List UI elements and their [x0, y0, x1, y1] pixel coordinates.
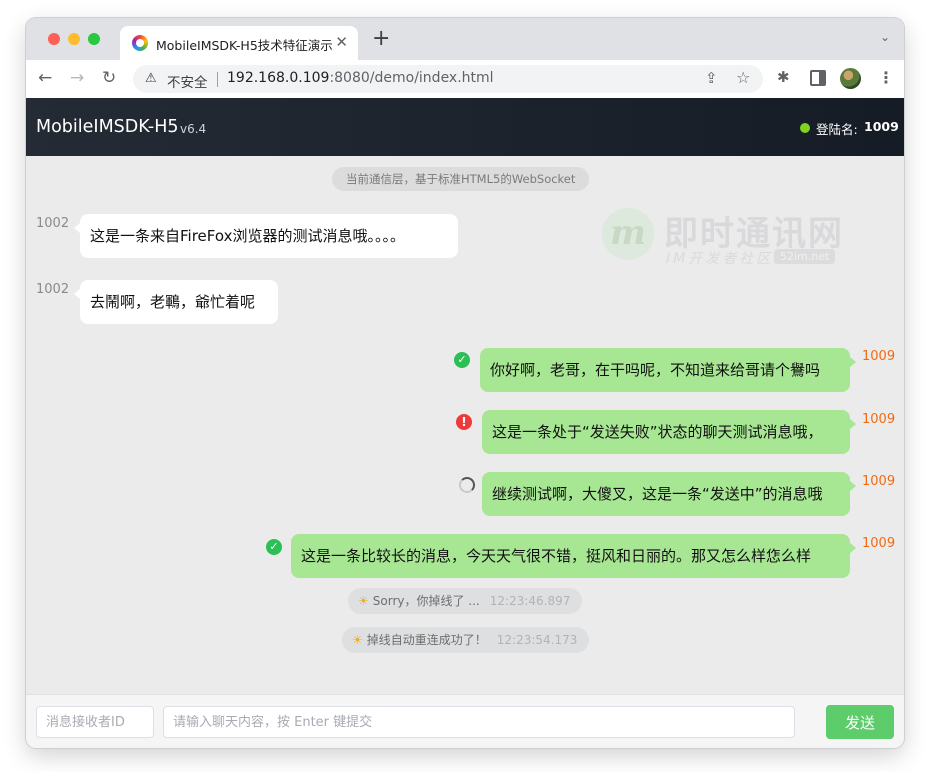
- message-sender: 1009: [862, 536, 896, 551]
- login-name-label: 登陆名:: [816, 122, 858, 137]
- browser-tab[interactable]: MobileIMSDK-H5技术特征演示 ✕: [120, 26, 358, 60]
- tab-title: MobileIMSDK-H5技术特征演示: [156, 38, 333, 53]
- browser-window: MobileIMSDK-H5技术特征演示 ✕ + ⌄ ← → ↻ ⚠ 不安全 1…: [26, 18, 904, 748]
- chat-input-bar: 发送: [26, 694, 904, 748]
- tab-strip: MobileIMSDK-H5技术特征演示 ✕ + ⌄: [26, 18, 904, 60]
- message-sender: 1009: [862, 349, 896, 364]
- outgoing-message-bubble[interactable]: 继续测试啊，大傻叉，这是一条“发送中”的消息哦: [482, 472, 856, 516]
- back-arrow-icon[interactable]: ←: [38, 68, 52, 88]
- message-sender: 1009: [862, 412, 896, 427]
- watermark-logo: m: [602, 208, 654, 260]
- notice-text: Sorry，你掉线了 ...: [372, 594, 480, 608]
- extensions-puzzle-icon[interactable]: ✱: [777, 68, 790, 86]
- disconnect-notice: ☀ Sorry，你掉线了 ... 12:23:46.897: [348, 588, 582, 614]
- check-circle-icon: ✓: [454, 352, 470, 368]
- sun-icon: ☀: [358, 594, 369, 608]
- more-menu-icon[interactable]: ⋮: [878, 68, 894, 87]
- message-sender: 1002: [36, 216, 70, 231]
- side-panel-icon[interactable]: [810, 70, 826, 86]
- app-header: MobileIMSDK-H5 v6.4 登陆名: 1009: [26, 98, 904, 156]
- message-sender: 1002: [36, 282, 70, 297]
- warning-triangle-icon[interactable]: ⚠: [145, 71, 157, 86]
- forward-arrow-icon[interactable]: →: [70, 68, 84, 88]
- sun-icon: ☀: [352, 633, 363, 647]
- url-path: :8080/demo/index.html: [329, 70, 494, 86]
- close-window-button[interactable]: [48, 33, 60, 45]
- notice-text: 掉线自动重连成功了！: [366, 633, 487, 647]
- profile-avatar[interactable]: [840, 68, 861, 89]
- tab-close-icon[interactable]: ✕: [335, 33, 348, 51]
- chat-message-list[interactable]: 当前通信层，基于标准HTML5的WebSocket m 即时通讯网 IM开发者社…: [26, 156, 904, 694]
- address-bar[interactable]: ⚠ 不安全 192.168.0.109:8080/demo/index.html…: [133, 65, 763, 93]
- spinner-icon: [459, 477, 475, 493]
- browser-toolbar: ← → ↻ ⚠ 不安全 192.168.0.109:8080/demo/inde…: [26, 60, 904, 99]
- error-circle-icon[interactable]: !: [456, 414, 472, 430]
- insecure-label[interactable]: 不安全: [167, 71, 208, 91]
- incoming-message-bubble[interactable]: 去鬧啊，老鶤，爺忙着呢: [74, 280, 278, 324]
- reconnect-notice: ☀ 掉线自动重连成功了！ 12:23:54.173: [342, 627, 589, 653]
- favicon-icon: [132, 35, 148, 51]
- message-input[interactable]: [163, 706, 795, 738]
- outgoing-message-bubble[interactable]: 这是一条处于“发送失败”状态的聊天测试消息哦，: [482, 410, 856, 454]
- app-title: MobileIMSDK-H5: [36, 117, 179, 137]
- url-text[interactable]: 192.168.0.109:8080/demo/index.html: [227, 70, 494, 86]
- check-circle-icon: ✓: [266, 539, 282, 555]
- send-button[interactable]: 发送: [826, 705, 894, 739]
- outgoing-message-bubble[interactable]: 你好啊，老哥，在干吗呢，不知道来给哥请个鸒吗: [480, 348, 856, 392]
- url-host: 192.168.0.109: [227, 70, 330, 86]
- notice-time: 12:23:46.897: [489, 594, 571, 608]
- share-icon[interactable]: ⇪: [705, 69, 718, 87]
- reload-icon[interactable]: ↻: [102, 68, 116, 88]
- address-separator: [217, 72, 218, 87]
- watermark-subtitle: IM开发者社区: [666, 251, 774, 267]
- bookmark-star-icon[interactable]: ☆: [736, 68, 750, 87]
- receiver-id-input[interactable]: [36, 706, 154, 738]
- system-info-pill: 当前通信层，基于标准HTML5的WebSocket: [332, 167, 590, 191]
- app-version: v6.4: [180, 122, 207, 136]
- watermark-badge: 52im.net: [774, 249, 836, 264]
- message-sender: 1009: [862, 474, 896, 489]
- minimize-window-button[interactable]: [68, 33, 80, 45]
- new-tab-button[interactable]: +: [372, 26, 390, 52]
- incoming-message-bubble[interactable]: 这是一条来自FireFox浏览器的测试消息哦。。。。: [74, 214, 458, 258]
- outgoing-message-bubble[interactable]: 这是一条比较长的消息，今天天气很不错，挺风和日丽的。那又怎么样㤰么样: [291, 534, 856, 578]
- online-status-icon: [800, 123, 810, 133]
- tab-search-chevron-icon[interactable]: ⌄: [880, 30, 890, 44]
- notice-time: 12:23:54.173: [496, 633, 578, 647]
- maximize-window-button[interactable]: [88, 33, 100, 45]
- login-name-value: 1009: [864, 119, 899, 134]
